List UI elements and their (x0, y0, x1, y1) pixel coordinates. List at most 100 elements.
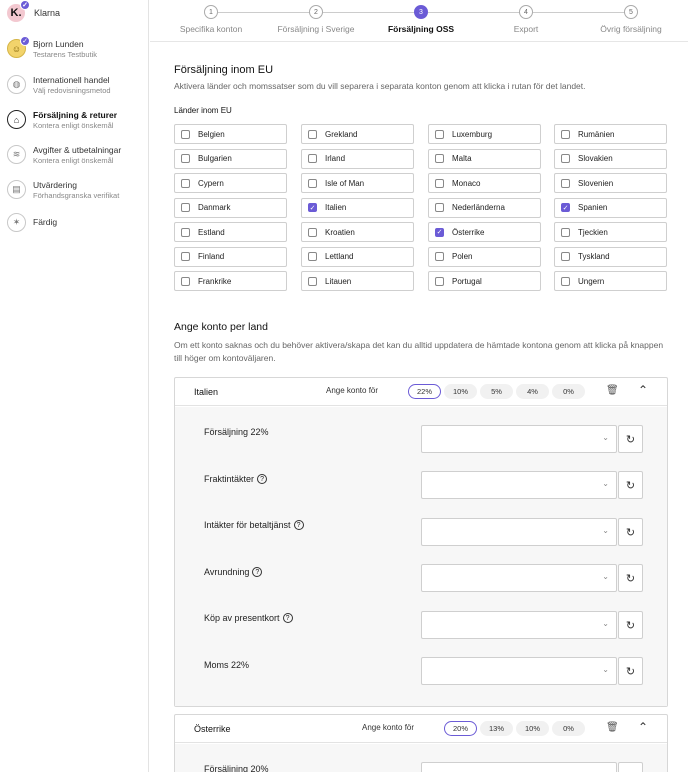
refresh-button[interactable]: ↻ (618, 657, 643, 685)
refresh-button[interactable]: ↻ (618, 425, 643, 453)
country-checkbox[interactable] (308, 154, 317, 163)
country-checkbox[interactable] (435, 154, 444, 163)
country-option[interactable]: Grekland (301, 124, 414, 144)
country-option[interactable]: Portugal (428, 271, 541, 291)
country-checkbox[interactable] (181, 178, 190, 188)
rate-chip[interactable]: 0% (552, 721, 585, 736)
country-checkbox[interactable] (181, 252, 190, 261)
country-checkbox[interactable] (561, 227, 570, 237)
country-checkbox[interactable] (181, 203, 190, 212)
country-option[interactable]: Luxemburg (428, 124, 541, 144)
country-option[interactable]: Litauen (301, 271, 414, 291)
country-option[interactable]: Danmark (174, 197, 287, 218)
account-select[interactable]: ⌄ (421, 564, 617, 592)
country-checkbox[interactable]: ✓ (561, 203, 570, 212)
country-option[interactable]: Kroatien (301, 222, 414, 242)
country-option[interactable]: Belgien (174, 124, 287, 144)
account-select[interactable]: ⌄ (421, 611, 617, 639)
accordion-header[interactable]: Österrike Ange konto för 20% 13% 10% 0% … (175, 715, 667, 743)
country-option[interactable]: Rumänien (554, 124, 667, 144)
rate-chip[interactable]: 22% (408, 384, 441, 399)
country-option[interactable]: Ungern (554, 271, 667, 291)
chevron-up-icon[interactable]: ⌃ (638, 720, 648, 734)
rate-chip[interactable]: 20% (444, 721, 477, 736)
refresh-button[interactable]: ↻ (618, 611, 643, 639)
country-checkbox[interactable] (435, 252, 444, 261)
help-icon[interactable]: ? (257, 474, 268, 484)
country-option[interactable]: Malta (428, 148, 541, 169)
country-option[interactable]: Frankrike (174, 271, 287, 291)
sidebar-item-international[interactable]: ◍ Internationell handel Välj redovisning… (7, 75, 145, 96)
refresh-button[interactable]: ↻ (618, 518, 643, 546)
sidebar-item-done[interactable]: ✶ Färdig (7, 213, 145, 232)
country-option[interactable]: ✓ Österrike (428, 222, 541, 242)
country-checkbox[interactable] (308, 178, 317, 188)
rate-chip[interactable]: 5% (480, 384, 513, 399)
country-checkbox[interactable] (435, 178, 444, 188)
country-option[interactable]: Slovenien (554, 173, 667, 193)
country-checkbox[interactable] (181, 227, 190, 237)
refresh-button[interactable]: ↻ (618, 471, 643, 499)
chevron-up-icon[interactable]: ⌃ (638, 383, 648, 397)
country-option[interactable]: Tjeckien (554, 222, 667, 242)
country-checkbox[interactable] (308, 227, 317, 237)
country-option[interactable]: Finland (174, 246, 287, 267)
rate-chip[interactable]: 4% (516, 384, 549, 399)
country-option[interactable]: Nederländerna (428, 197, 541, 218)
step-specifika-konton[interactable]: 1 Specifika konton (156, 5, 266, 34)
refresh-button[interactable]: ↻ (618, 762, 643, 772)
sidebar-item-fees[interactable]: ≋ Avgifter & utbetalningar Kontera enlig… (7, 145, 145, 166)
help-icon[interactable]: ? (252, 567, 263, 577)
rate-chip[interactable]: 10% (516, 721, 549, 736)
account-select[interactable]: ⌄ (421, 425, 617, 453)
country-checkbox[interactable]: ✓ (308, 203, 317, 212)
country-option[interactable]: Cypern (174, 173, 287, 193)
account-select[interactable]: ⌄ (421, 471, 617, 499)
sidebar-item-account[interactable]: ☺ ✓ Bjorn Lunden Testarens Testbutik (7, 36, 145, 60)
sidebar-item-sales[interactable]: ⌂ Försäljning & returer Kontera enligt ö… (7, 110, 145, 131)
account-select[interactable]: ⌄ (421, 657, 617, 685)
country-checkbox[interactable] (308, 129, 317, 139)
trash-icon[interactable]: 🗑 (606, 722, 619, 734)
country-option[interactable]: Bulgarien (174, 148, 287, 169)
help-icon[interactable]: ? (282, 613, 293, 623)
country-checkbox[interactable] (561, 154, 570, 163)
country-option[interactable]: Lettland (301, 246, 414, 267)
refresh-button[interactable]: ↻ (618, 564, 643, 592)
country-checkbox[interactable] (561, 276, 570, 286)
country-option[interactable]: Polen (428, 246, 541, 267)
country-checkbox[interactable] (561, 178, 570, 188)
country-option[interactable]: Irland (301, 148, 414, 169)
country-option[interactable]: ✓ Italien (301, 197, 414, 218)
country-checkbox[interactable] (181, 154, 190, 163)
country-option[interactable]: ✓ Spanien (554, 197, 667, 218)
country-option[interactable]: Slovakien (554, 148, 667, 169)
step-forsaljning-sverige[interactable]: 2 Försäljning i Sverige (261, 5, 371, 34)
country-checkbox[interactable] (435, 129, 444, 139)
rate-chip[interactable]: 10% (444, 384, 477, 399)
help-icon[interactable]: ? (293, 520, 304, 530)
sidebar-item-evaluation[interactable]: ▤ Utvärdering Förhandsgranska verifikat (7, 180, 145, 201)
country-option[interactable]: Monaco (428, 173, 541, 193)
rate-chip[interactable]: 0% (552, 384, 585, 399)
step-forsaljning-oss[interactable]: 3 Försäljning OSS (366, 5, 476, 34)
accordion-header[interactable]: Italien Ange konto för 22% 10% 5% 4% 0% … (175, 378, 667, 406)
country-checkbox[interactable]: ✓ (435, 227, 444, 237)
country-option[interactable]: Isle of Man (301, 173, 414, 193)
country-checkbox[interactable] (561, 129, 570, 139)
step-export[interactable]: 4 Export (471, 5, 581, 34)
country-checkbox[interactable] (181, 129, 190, 139)
country-option[interactable]: Estland (174, 222, 287, 242)
account-select[interactable]: ⌄ (421, 762, 617, 772)
account-select[interactable]: ⌄ (421, 518, 617, 546)
trash-icon[interactable]: 🗑 (606, 385, 619, 397)
country-checkbox[interactable] (308, 276, 317, 286)
country-checkbox[interactable] (181, 276, 190, 286)
step-ovrig-forsaljning[interactable]: 5 Övrig försäljning (576, 5, 686, 34)
country-checkbox[interactable] (561, 252, 570, 261)
country-option[interactable]: Tyskland (554, 246, 667, 267)
country-checkbox[interactable] (308, 252, 317, 261)
country-checkbox[interactable] (435, 276, 444, 286)
rate-chip[interactable]: 13% (480, 721, 513, 736)
country-checkbox[interactable] (435, 203, 444, 212)
